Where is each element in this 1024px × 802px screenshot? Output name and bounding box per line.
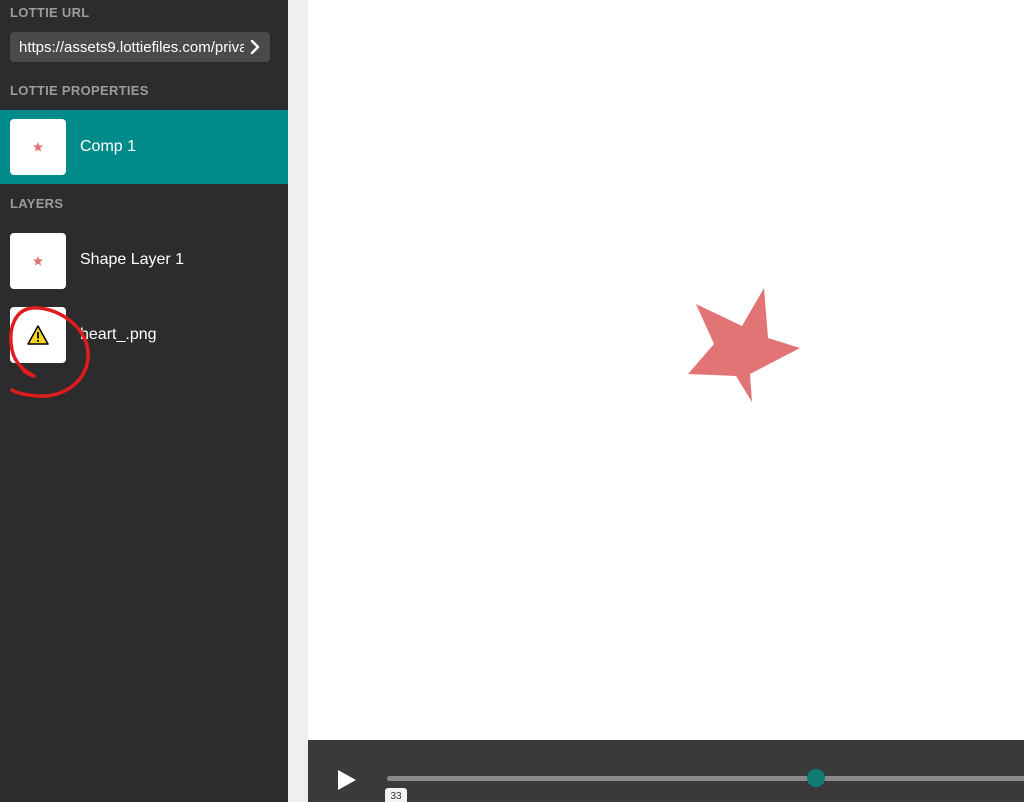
layers-heading: LAYERS <box>10 196 64 211</box>
star-thumbnail-icon <box>10 119 66 175</box>
layer-item-shape-layer-1[interactable]: Shape Layer 1 <box>0 223 288 297</box>
lottie-editor: LOTTIE URL https://assets9.lottiefiles.c… <box>0 0 1024 802</box>
star-thumbnail-icon <box>10 233 66 289</box>
animation-canvas <box>308 0 1024 740</box>
panel-divider[interactable] <box>288 0 308 802</box>
sidebar: LOTTIE URL https://assets9.lottiefiles.c… <box>0 0 288 802</box>
lottie-url-input[interactable]: https://assets9.lottiefiles.com/private_… <box>10 32 270 62</box>
chevron-right-icon[interactable] <box>248 39 262 55</box>
warning-icon <box>10 307 66 363</box>
lottie-url-heading: LOTTIE URL <box>10 5 90 20</box>
player-controls: 33 <box>308 740 1024 802</box>
lottie-properties-heading: LOTTIE PROPERTIES <box>10 83 149 98</box>
lottie-url-value[interactable]: https://assets9.lottiefiles.com/private_… <box>19 39 244 56</box>
timeline-track[interactable] <box>387 776 1024 781</box>
property-item-comp-1[interactable]: Comp 1 <box>0 110 288 184</box>
star-icon <box>688 288 800 402</box>
timeline-scrubber[interactable] <box>806 769 825 787</box>
layer-item-label: Shape Layer 1 <box>80 251 185 268</box>
layer-item-label: heart_.png <box>80 326 157 343</box>
layer-item-heart-png[interactable]: heart_.png <box>0 298 288 372</box>
property-item-label: Comp 1 <box>80 138 137 155</box>
play-icon[interactable] <box>336 768 358 792</box>
current-frame-badge: 33 <box>385 788 407 802</box>
